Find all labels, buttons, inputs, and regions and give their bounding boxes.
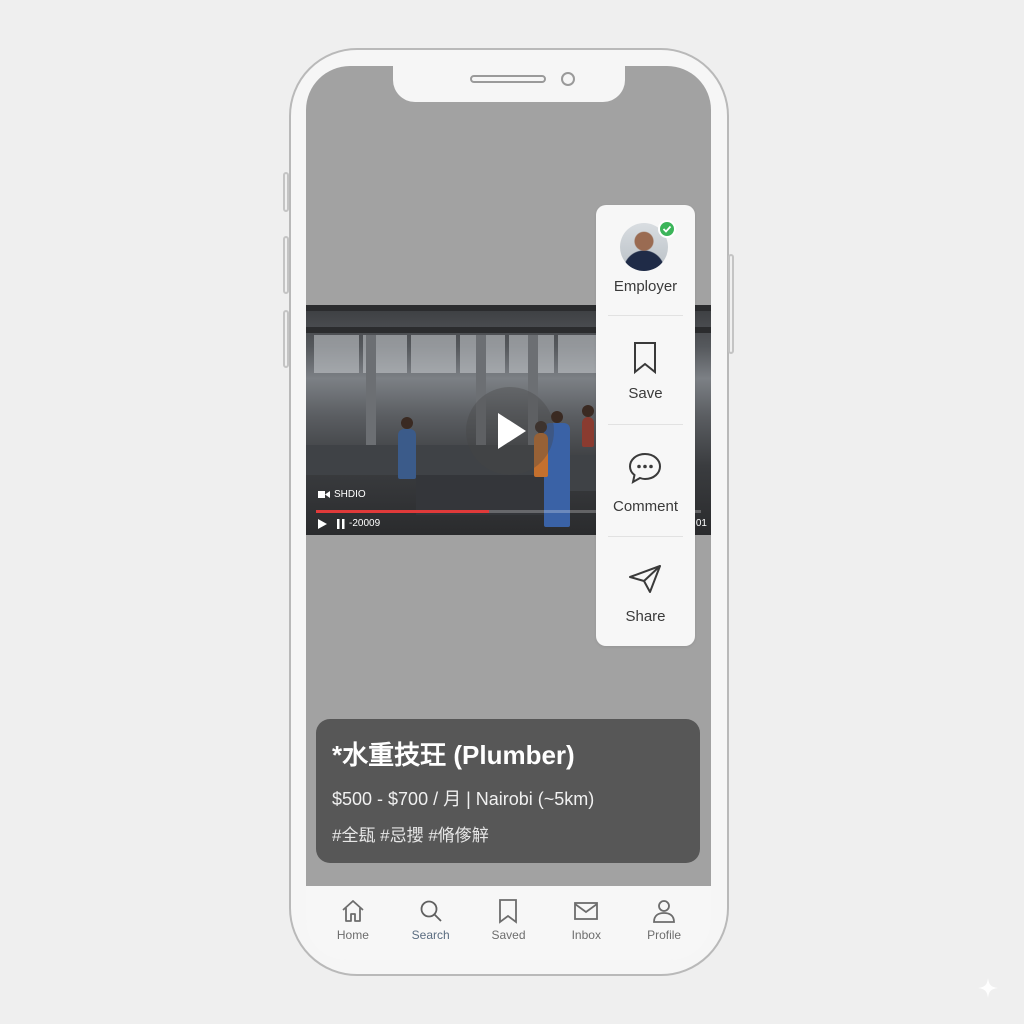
verified-badge-icon	[658, 220, 676, 238]
video-time-right: 01	[695, 518, 707, 529]
nav-label-profile: Profile	[647, 928, 682, 942]
nav-item-profile[interactable]: Profile	[629, 898, 699, 960]
nav-item-home[interactable]: Home	[318, 898, 388, 960]
save-button[interactable]: Save	[596, 317, 695, 423]
notch	[393, 66, 625, 102]
comment-label: Comment	[612, 498, 679, 515]
job-tags: #全瓺 #忌攖 #脩偧觪	[332, 826, 489, 845]
video-label-text: SHDIO	[334, 489, 366, 500]
save-label: Save	[628, 385, 663, 402]
pause-icon[interactable]	[337, 518, 345, 529]
nav-label-saved: Saved	[491, 928, 526, 942]
video-time: -20009	[349, 518, 381, 529]
nav-label-inbox: Inbox	[571, 928, 601, 942]
search-icon	[420, 900, 442, 922]
play-button[interactable]	[466, 387, 554, 475]
nav-item-search[interactable]: Search	[396, 898, 466, 960]
video-progress-fill	[316, 510, 490, 513]
sparkle-icon	[978, 978, 998, 998]
nav-item-inbox[interactable]: Inbox	[551, 898, 621, 960]
play-icon[interactable]	[318, 518, 327, 529]
share-icon	[629, 565, 661, 593]
divider	[608, 424, 683, 425]
employer-button[interactable]: Employer	[596, 205, 695, 311]
action-panel: Employer Save Comment Share	[596, 205, 695, 646]
worker-figure	[582, 405, 594, 447]
worker-figure	[398, 417, 416, 479]
front-camera	[561, 72, 575, 86]
power-button	[728, 254, 734, 354]
share-label: Share	[625, 608, 666, 625]
job-title: *水重技玨 (Plumber)	[332, 740, 575, 770]
divider	[608, 315, 683, 316]
video-label: SHDIO	[318, 489, 366, 500]
job-meta: $500 - $700 / 月 | Nairobi (~5km)	[332, 789, 595, 809]
job-card[interactable]: *水重技玨 (Plumber) $500 - $700 / 月 | Nairob…	[316, 719, 700, 863]
stage: SHDIO -20009 01 Employer Save Comment Sh…	[0, 0, 1024, 1024]
mail-icon	[574, 902, 599, 920]
home-icon	[342, 900, 364, 922]
comment-button[interactable]: Comment	[596, 426, 695, 534]
person-icon	[653, 900, 675, 923]
speaker-grille	[470, 75, 546, 83]
nav-label-home: Home	[336, 928, 369, 942]
employer-label: Employer	[613, 278, 678, 295]
bottom-nav: Home Search Saved Inbox Profile	[306, 886, 711, 960]
bookmark-icon	[499, 899, 518, 924]
bookmark-icon	[634, 342, 656, 375]
video-camera-icon	[318, 491, 330, 498]
divider	[608, 536, 683, 537]
play-icon	[498, 413, 526, 449]
workbench	[416, 475, 546, 515]
mute-switch	[283, 172, 289, 212]
share-button[interactable]: Share	[596, 538, 695, 646]
nav-label-search: Search	[411, 928, 450, 942]
comment-icon	[628, 452, 662, 484]
volume-up-button	[283, 236, 289, 294]
volume-down-button	[283, 310, 289, 368]
video-controls: -20009	[318, 518, 380, 529]
nav-item-saved[interactable]: Saved	[473, 898, 543, 960]
